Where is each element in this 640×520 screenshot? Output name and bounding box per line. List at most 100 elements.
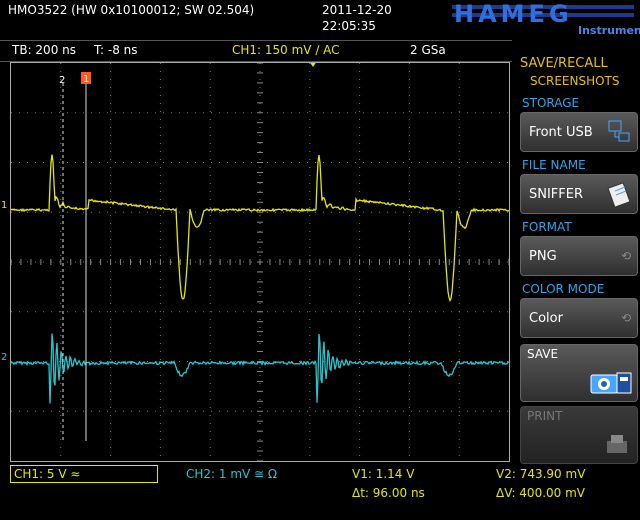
grid-dot: [309, 447, 311, 448]
grid-dot: [251, 410, 252, 412]
grid-dot: [19, 162, 20, 163]
grid-dot: [99, 261, 100, 263]
grid-dot: [359, 375, 361, 376]
grid-dot: [155, 410, 156, 412]
grid-dot: [458, 327, 460, 328]
grid-dot: [187, 162, 188, 163]
grid-dot: [458, 191, 460, 192]
grid-dot: [408, 303, 410, 304]
grid-dot: [259, 247, 261, 248]
hameg-logo: HAMEG: [452, 0, 634, 28]
grid-dot: [159, 303, 161, 304]
storage-button[interactable]: Front USB: [520, 112, 638, 152]
grid-dot: [209, 199, 211, 200]
grid-dot: [195, 261, 196, 263]
grid-dot: [123, 311, 124, 313]
grid-dot: [159, 439, 161, 440]
grid-dot: [227, 361, 228, 362]
grid-dot: [209, 303, 211, 304]
ch1-setting-text[interactable]: CH1: 150 mV ∕ AC: [232, 43, 340, 57]
grid-dot: [60, 231, 62, 232]
grid-dot: [171, 261, 172, 263]
grid-dot: [159, 319, 161, 320]
grid-dot: [67, 112, 68, 114]
grid-dot: [60, 303, 62, 304]
grid-dot: [60, 287, 62, 288]
grid-dot: [110, 311, 112, 312]
grid-dot: [110, 359, 112, 360]
grid-dot: [99, 211, 100, 213]
grid-dot: [283, 112, 284, 114]
grid-dot: [419, 410, 420, 412]
colormode-button[interactable]: Color ⟲: [520, 298, 638, 338]
grid-dot: [259, 375, 261, 376]
print-button[interactable]: PRINT: [520, 406, 638, 464]
grid-dot: [359, 63, 361, 64]
grid-dot: [83, 261, 84, 263]
grid-dot: [60, 127, 62, 128]
grid-dot: [115, 410, 116, 412]
grid-dot: [259, 71, 261, 72]
grid-dot: [451, 361, 452, 362]
grid-dot: [179, 410, 180, 412]
grid-dot: [209, 247, 211, 248]
format-button[interactable]: PNG ⟲: [520, 236, 638, 276]
grid-dot: [159, 287, 161, 288]
grid-dot: [267, 261, 268, 263]
grid-dot: [283, 261, 284, 263]
grid-dot: [403, 410, 404, 412]
grid-dot: [131, 311, 132, 313]
grid-dot: [115, 211, 116, 213]
grid-dot: [209, 151, 211, 152]
grid-dot: [259, 295, 261, 296]
grid-dot: [379, 211, 380, 213]
grid-dot: [159, 415, 161, 416]
grid-dot: [309, 319, 311, 320]
grid-dot: [209, 239, 211, 240]
grid-dot: [359, 343, 361, 344]
grid-dot: [259, 183, 261, 184]
grid-dot: [458, 343, 460, 344]
grid-dot: [435, 261, 436, 263]
grid-dot: [359, 175, 361, 176]
grid-dot: [131, 211, 132, 213]
grid-dot: [307, 162, 308, 163]
grid-dot: [359, 151, 361, 152]
grid-dot: [323, 162, 324, 163]
grid-dot: [283, 410, 284, 412]
scope-display[interactable]: 2 1: [10, 61, 510, 462]
grid-dot: [408, 231, 410, 232]
waveform-canvas: 2 1: [10, 61, 510, 462]
ch2-scale-text[interactable]: CH2: 1 mV ≅ Ω: [186, 467, 277, 481]
grid-dot: [187, 311, 188, 313]
grid-dot: [259, 143, 261, 144]
grid-dot: [60, 407, 62, 408]
grid-dot: [159, 63, 161, 64]
grid-dot: [159, 423, 161, 424]
grid-dot: [211, 311, 212, 313]
filename-button[interactable]: SNIFFER: [520, 174, 638, 214]
print-label: PRINT: [527, 409, 563, 423]
grid-dot: [309, 287, 311, 288]
grid-dot: [458, 103, 460, 104]
grid-dot: [163, 112, 164, 114]
grid-dot: [458, 383, 460, 384]
grid-dot: [91, 361, 92, 362]
grid-dot: [159, 335, 161, 336]
grid-dot: [203, 112, 204, 114]
grid-dot: [359, 223, 361, 224]
grid-dot: [60, 343, 62, 344]
trigger-time-text[interactable]: T: -8 ns: [94, 43, 138, 57]
menu-subtitle: SCREENSHOTS: [530, 74, 620, 88]
grid-dot: [235, 162, 236, 163]
grid-dot: [75, 211, 76, 213]
grid-dot: [451, 211, 452, 213]
grid-dot: [99, 112, 100, 114]
grid-dot: [408, 375, 410, 376]
grid-dot: [11, 410, 12, 412]
timebase-text[interactable]: TB: 200 ns: [12, 43, 76, 57]
grid-dot: [259, 135, 261, 136]
save-button[interactable]: SAVE: [520, 344, 638, 402]
grid-dot: [299, 410, 300, 412]
grid-dot: [60, 279, 62, 280]
